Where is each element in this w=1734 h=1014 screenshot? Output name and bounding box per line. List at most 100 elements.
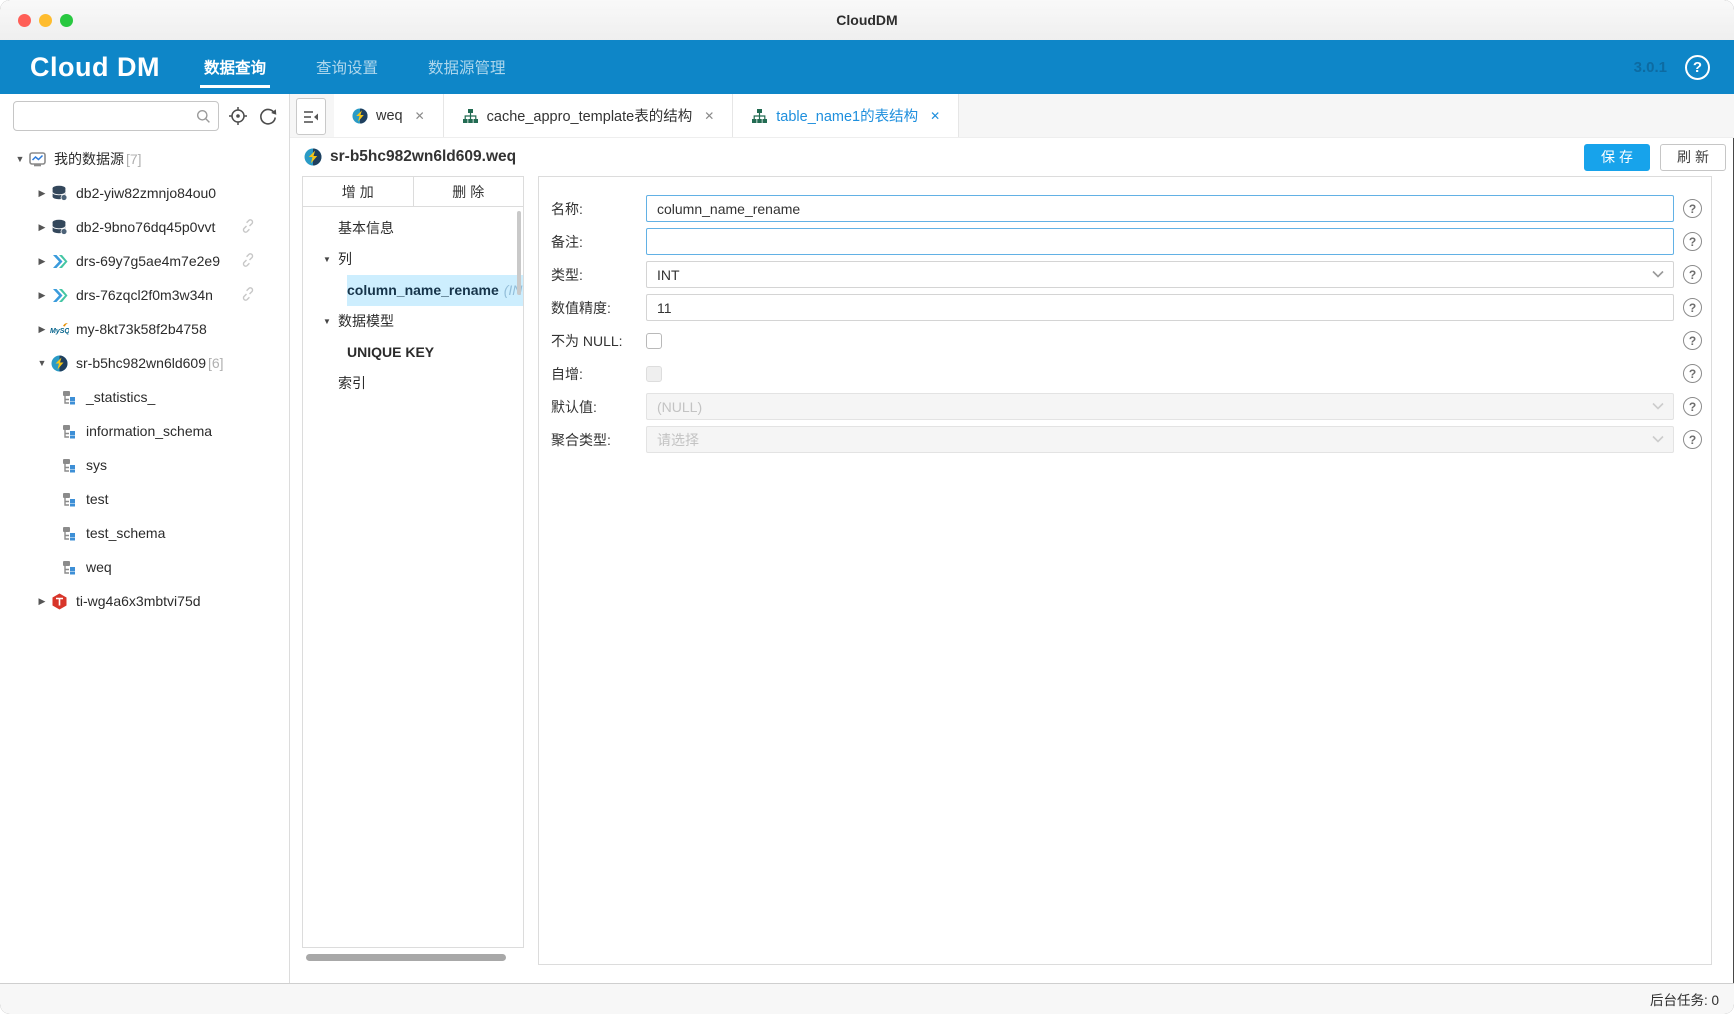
tree-item-schema-test-schema[interactable]: test_schema: [0, 516, 289, 550]
tree-item-tidb[interactable]: ▶ ti-wg4a6x3mbtvi75d: [0, 584, 289, 618]
panel-item-columns[interactable]: ▼ 列: [303, 244, 523, 275]
nav-item-data-query[interactable]: 数据查询: [200, 40, 270, 94]
table-structure-icon: [462, 108, 479, 124]
file-name: sr-b5hc982wn6ld609.weq: [330, 148, 516, 166]
minimize-window-button[interactable]: [39, 14, 52, 27]
save-button[interactable]: 保存: [1584, 144, 1650, 171]
app-header: Cloud DM 数据查询 查询设置 数据源管理 3.0.1 ?: [0, 40, 1734, 94]
help-icon[interactable]: ?: [1683, 430, 1702, 449]
link-icon: [241, 219, 255, 233]
caret-right-icon[interactable]: ▶: [34, 290, 50, 301]
nav-item-datasource-management[interactable]: 数据源管理: [424, 40, 510, 94]
tree-item-db2-2[interactable]: ▶ db2-9bno76dq45p0vvt: [0, 210, 289, 244]
collapse-sidebar-button[interactable]: [296, 98, 326, 135]
nav-item-query-settings[interactable]: 查询设置: [312, 40, 382, 94]
not-null-checkbox[interactable]: [646, 333, 662, 349]
form-row-aggregate-type: 聚合类型: 请选择 ?: [539, 423, 1711, 456]
field-label: 数值精度:: [551, 298, 646, 318]
caret-down-icon[interactable]: ▼: [323, 244, 331, 275]
locate-icon[interactable]: [227, 105, 249, 127]
type-select[interactable]: INT: [646, 261, 1674, 288]
vertical-scrollbar[interactable]: [517, 211, 521, 295]
tree-item-schema-sys[interactable]: sys: [0, 448, 289, 482]
refresh-icon[interactable]: [257, 105, 279, 127]
tree-item-my-datasources[interactable]: ▼ 我的数据源 [7]: [0, 142, 289, 176]
help-icon[interactable]: ?: [1683, 199, 1702, 218]
form-row-not-null: 不为 NULL: ?: [539, 324, 1711, 357]
form-row-auto-increment: 自增: ?: [539, 357, 1711, 390]
help-icon[interactable]: ?: [1683, 364, 1702, 383]
close-tab-icon[interactable]: ✕: [930, 109, 940, 123]
zoom-window-button[interactable]: [60, 14, 73, 27]
caret-right-icon[interactable]: ▶: [34, 222, 50, 233]
link-icon: [241, 287, 255, 301]
titlebar: CloudDM: [0, 0, 1734, 40]
tree-item-drs-1[interactable]: ▶ drs-69y7g5ae4m7e2e9: [0, 244, 289, 278]
delete-button[interactable]: 删除: [414, 177, 524, 206]
tree-item-label: weq: [86, 559, 112, 575]
caret-down-icon[interactable]: ▼: [12, 154, 28, 164]
field-label: 聚合类型:: [551, 430, 646, 450]
tree-item-label: db2-yiw82zmnjo84ou0: [76, 185, 216, 201]
refresh-button[interactable]: 刷新: [1660, 144, 1726, 171]
caret-right-icon[interactable]: ▶: [34, 596, 50, 607]
name-input[interactable]: [646, 195, 1674, 222]
help-icon[interactable]: ?: [1683, 397, 1702, 416]
panel-item-index[interactable]: 索引: [303, 368, 523, 399]
db2-icon: [50, 185, 69, 202]
panel-item-column-name-rename[interactable]: column_name_rename(IN: [303, 275, 523, 306]
help-icon[interactable]: ?: [1683, 331, 1702, 350]
help-icon[interactable]: ?: [1685, 55, 1710, 80]
tree-item-mysql[interactable]: ▶ MySQL my-8kt73k58f2b4758: [0, 312, 289, 346]
tree-item-schema-information-schema[interactable]: information_schema: [0, 414, 289, 448]
datasource-tree: ▼ 我的数据源 [7] ▶ db2-yiw82zmnjo84ou0 ▶: [0, 138, 289, 983]
tab-table-name1-structure[interactable]: table_name1的表结构 ✕: [733, 94, 959, 137]
caret-down-icon[interactable]: ▼: [323, 306, 331, 337]
caret-right-icon[interactable]: ▶: [34, 324, 50, 335]
caret-down-icon[interactable]: ▼: [34, 358, 50, 368]
table-structure-icon: [751, 108, 768, 124]
schema-icon: [60, 457, 79, 474]
tree-item-schema-weq[interactable]: weq: [0, 550, 289, 584]
caret-right-icon[interactable]: ▶: [34, 256, 50, 267]
app-logo: Cloud DM: [30, 52, 160, 83]
tab-label: cache_appro_template表的结构: [487, 105, 693, 126]
precision-input[interactable]: [646, 294, 1674, 321]
column-panel: 增加 删除 基本信息 ▼ 列 column_name_rename(IN: [302, 176, 524, 948]
tree-item-label: sr-b5hc982wn6ld609: [76, 355, 206, 371]
caret-right-icon[interactable]: ▶: [34, 188, 50, 199]
comment-input[interactable]: [646, 228, 1674, 255]
tree-item-count: [6]: [208, 355, 224, 371]
tree-item-schema-test[interactable]: test: [0, 482, 289, 516]
horizontal-scrollbar[interactable]: [306, 954, 506, 961]
panel-item-unique-key[interactable]: UNIQUE KEY: [303, 337, 523, 368]
mysql-icon: MySQL: [50, 321, 69, 338]
tree-item-starrocks[interactable]: ▼ sr-b5hc982wn6ld609 [6]: [0, 346, 289, 380]
close-tab-icon[interactable]: ✕: [704, 109, 714, 123]
sidebar: ▼ 我的数据源 [7] ▶ db2-yiw82zmnjo84ou0 ▶: [0, 94, 290, 983]
help-icon[interactable]: ?: [1683, 298, 1702, 317]
help-icon[interactable]: ?: [1683, 265, 1702, 284]
tab-cache-appro-template[interactable]: cache_appro_template表的结构 ✕: [444, 94, 734, 137]
add-button[interactable]: 增加: [303, 177, 414, 206]
tree-item-drs-2[interactable]: ▶ drs-76zqcl2f0m3w34n: [0, 278, 289, 312]
starrocks-icon: [50, 355, 69, 372]
close-tab-icon[interactable]: ✕: [415, 109, 425, 123]
field-label: 默认值:: [551, 397, 646, 417]
panel-item-data-model[interactable]: ▼ 数据模型: [303, 306, 523, 337]
tab-weq[interactable]: weq ✕: [334, 94, 444, 137]
help-icon[interactable]: ?: [1683, 232, 1702, 251]
tree-item-schema-statistics[interactable]: _statistics_: [0, 380, 289, 414]
tree-item-db2-1[interactable]: ▶ db2-yiw82zmnjo84ou0: [0, 176, 289, 210]
search-box: [13, 101, 219, 131]
close-window-button[interactable]: [18, 14, 31, 27]
field-label: 名称:: [551, 199, 646, 219]
panel-item-basic-info[interactable]: 基本信息: [303, 213, 523, 244]
svg-text:MySQL: MySQL: [50, 328, 69, 335]
tree-item-label: my-8kt73k58f2b4758: [76, 321, 207, 337]
field-label: 不为 NULL:: [551, 331, 646, 351]
search-input[interactable]: [14, 102, 218, 130]
tree-item-label: test: [86, 491, 109, 507]
tree-item-label: 我的数据源: [54, 149, 124, 169]
schema-icon: [60, 491, 79, 508]
